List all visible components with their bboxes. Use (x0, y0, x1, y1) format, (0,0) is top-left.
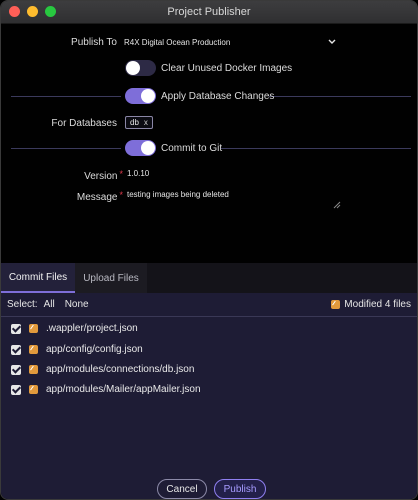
panel-divider (1, 316, 417, 317)
tab-upload-files-label: Upload Files (83, 272, 139, 284)
select-bar: Select: All None Modified 4 files (1, 293, 417, 315)
db-chip: db x (125, 116, 153, 129)
section-divider (269, 96, 411, 97)
version-input[interactable]: 1.0.10 (127, 169, 149, 178)
commit-git-toggle[interactable] (125, 140, 156, 156)
message-label: Message (76, 192, 118, 203)
modified-file-icon (29, 365, 38, 374)
required-mark: * (119, 189, 123, 200)
modified-file-icon (29, 345, 38, 354)
required-mark: * (119, 168, 123, 179)
tab-commit-files-label: Commit Files (8, 271, 68, 283)
file-path: app/modules/connections/db.json (46, 364, 195, 375)
apply-db-label: Apply Database Changes (161, 90, 275, 102)
publish-to-value: R4X Digital Ocean Production (124, 37, 231, 47)
remove-chip-icon[interactable]: x (144, 118, 148, 127)
file-checkbox[interactable] (11, 384, 21, 395)
file-checkbox[interactable] (11, 344, 21, 355)
close-window-button[interactable] (9, 6, 20, 17)
cancel-button[interactable]: Cancel (157, 479, 207, 499)
minimize-window-button[interactable] (27, 6, 38, 17)
section-divider (11, 148, 121, 149)
publish-to-label: Publish To (71, 37, 117, 48)
tab-commit-files[interactable]: Commit Files (1, 263, 75, 293)
window-title: Project Publisher (167, 6, 251, 18)
publisher-window: Project Publisher Publish To R4X Digital… (0, 0, 418, 500)
publish-button[interactable]: Publish (214, 479, 266, 499)
window-controls (9, 6, 56, 17)
modified-count: Modified 4 files (344, 298, 411, 310)
publish-to-select[interactable]: R4X Digital Ocean Production (124, 35, 336, 49)
file-checkbox[interactable] (11, 323, 21, 334)
for-databases-label: For Databases (51, 118, 117, 129)
select-all-link[interactable]: All (44, 299, 55, 310)
commit-git-label: Commit to Git (161, 142, 223, 154)
file-checkbox[interactable] (11, 364, 21, 375)
title-bar: Project Publisher (1, 1, 417, 24)
chevron-down-icon (328, 39, 336, 45)
modified-file-icon (331, 299, 341, 309)
tab-upload-files[interactable]: Upload Files (75, 263, 147, 293)
modified-file-icon (29, 385, 38, 394)
select-none-link[interactable]: None (65, 299, 89, 310)
message-value: testing images being deleted (127, 190, 229, 199)
select-label: Select: (7, 298, 38, 310)
file-row[interactable]: app/config/config.json (11, 344, 143, 355)
clear-images-toggle[interactable] (125, 60, 156, 76)
apply-db-toggle[interactable] (125, 88, 156, 104)
clear-images-label: Clear Unused Docker Images (161, 62, 293, 74)
modified-file-icon (29, 324, 38, 333)
file-row[interactable]: .wappler/project.json (11, 323, 138, 334)
file-row[interactable]: app/modules/Mailer/appMailer.json (11, 384, 201, 395)
message-textarea[interactable]: testing images being deleted (127, 190, 343, 210)
file-row[interactable]: app/modules/connections/db.json (11, 364, 194, 375)
section-divider (11, 96, 121, 97)
db-chip-label: db (130, 118, 139, 127)
resize-grip-icon[interactable] (333, 201, 341, 209)
version-label: Version (84, 171, 118, 182)
zoom-window-button[interactable] (45, 6, 56, 17)
file-path: .wappler/project.json (46, 323, 138, 334)
file-path: app/config/config.json (46, 344, 143, 355)
section-divider (221, 148, 411, 149)
file-path: app/modules/Mailer/appMailer.json (46, 384, 201, 395)
